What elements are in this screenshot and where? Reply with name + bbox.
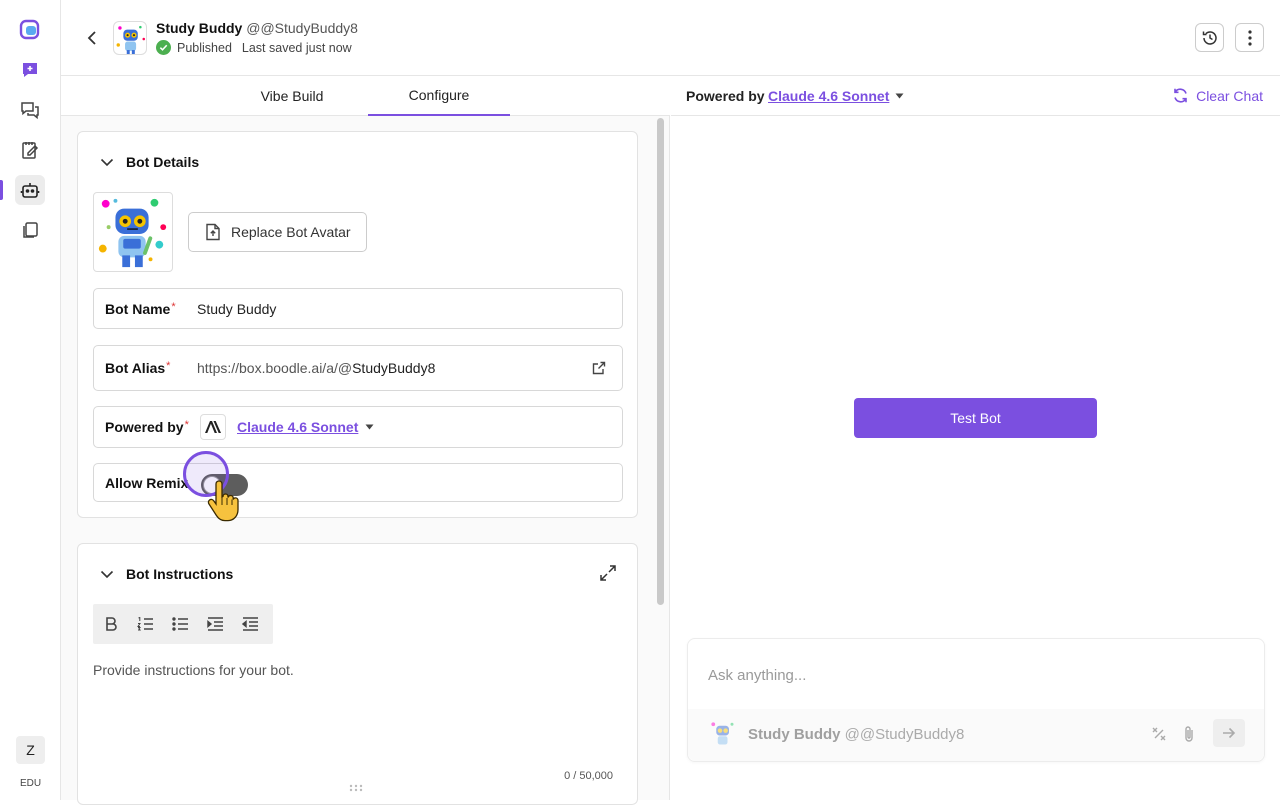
- outdent-icon[interactable]: [233, 604, 268, 644]
- chevron-down-icon: [100, 570, 114, 579]
- bot-name-value[interactable]: Study Buddy: [197, 301, 276, 317]
- bot-instructions-header[interactable]: Bot Instructions: [100, 566, 233, 582]
- header-bot-name: Study Buddy: [156, 20, 243, 36]
- back-icon[interactable]: [83, 27, 101, 49]
- clear-chat-label: Clear Chat: [1196, 87, 1263, 104]
- bots-icon[interactable]: [15, 175, 45, 205]
- new-chat-icon[interactable]: [15, 55, 45, 85]
- left-rail: Z EDU: [0, 0, 61, 800]
- caret-down-icon[interactable]: [365, 424, 374, 430]
- check-icon: [156, 40, 171, 55]
- files-icon[interactable]: [15, 215, 45, 245]
- chat-powered-by-label: Powered by: [686, 87, 765, 104]
- plan-label: EDU: [19, 778, 42, 789]
- powered-by-label: Powered by*: [105, 419, 189, 435]
- bot-details-header[interactable]: Bot Details: [100, 154, 199, 170]
- instructions-input[interactable]: Provide instructions for your bot.: [93, 662, 294, 678]
- chats-icon[interactable]: [15, 95, 45, 125]
- send-button[interactable]: [1213, 719, 1245, 747]
- resize-handle-icon[interactable]: [348, 784, 364, 792]
- indent-icon[interactable]: [198, 604, 233, 644]
- notes-icon[interactable]: [15, 135, 45, 165]
- header-title: Study Buddy @@StudyBuddy8: [156, 20, 358, 36]
- bot-instructions-card: Bot Instructions Provide instructions fo…: [77, 543, 638, 805]
- formatting-toolbar: [93, 604, 273, 644]
- saved-timestamp: Last saved just now: [241, 40, 352, 55]
- tab-configure[interactable]: Configure: [368, 76, 510, 116]
- tools-off-icon[interactable]: [1150, 725, 1168, 743]
- bullet-list-icon[interactable]: [163, 604, 198, 644]
- user-avatar[interactable]: Z: [16, 736, 45, 764]
- allow-remix-label: Allow Remix: [105, 474, 189, 491]
- bot-alias-label: Bot Alias*: [105, 360, 171, 376]
- pointer-hand-icon: [207, 480, 241, 526]
- chat-header: Powered by Claude 4.6 Sonnet Clear Chat: [671, 76, 1280, 116]
- character-counter: 0 / 50,000: [564, 770, 613, 782]
- bot-details-title: Bot Details: [126, 154, 200, 170]
- top-header: Study Buddy @@StudyBuddy8 Published Last…: [61, 0, 1280, 76]
- composer-footer: Study Buddy @@StudyBuddy8: [688, 709, 1264, 761]
- model-select-link[interactable]: Claude 4.6 Sonnet: [237, 419, 358, 435]
- replace-avatar-button[interactable]: Replace Bot Avatar: [188, 212, 367, 252]
- logo-icon[interactable]: [15, 15, 45, 45]
- caret-down-icon[interactable]: [895, 93, 904, 99]
- tab-vibe-build[interactable]: Vibe Build: [230, 76, 354, 116]
- replace-avatar-label: Replace Bot Avatar: [231, 224, 351, 240]
- attachment-icon[interactable]: [1182, 725, 1196, 743]
- history-icon[interactable]: [1195, 23, 1224, 52]
- clear-chat-button[interactable]: Clear Chat: [1172, 87, 1263, 104]
- bot-name-label: Bot Name*: [105, 300, 176, 317]
- bold-icon[interactable]: [93, 604, 128, 644]
- powered-by-field[interactable]: Powered by* Claude 4.6 Sonnet: [93, 406, 623, 448]
- bot-details-card: Bot Details Replace Bot Avatar Bot Name*…: [77, 131, 638, 518]
- allow-remix-field: Allow Remix: [93, 463, 623, 502]
- composer-bot-name: Study Buddy: [748, 726, 841, 743]
- bot-avatar-small: [113, 21, 147, 55]
- expand-icon[interactable]: [599, 564, 617, 582]
- editor-tabs: Vibe Build Configure: [61, 76, 670, 116]
- numbered-list-icon[interactable]: [128, 604, 163, 644]
- bot-alias-value[interactable]: https://box.boodle.ai/a/@StudyBuddy8: [197, 360, 435, 376]
- config-scrollbar[interactable]: [657, 118, 664, 605]
- chevron-down-icon: [100, 158, 114, 167]
- rail-active-indicator: [0, 180, 3, 200]
- test-bot-button[interactable]: Test Bot: [854, 398, 1097, 438]
- refresh-icon: [1174, 88, 1187, 103]
- chat-input[interactable]: Ask anything...: [708, 667, 806, 684]
- bot-avatar: [93, 192, 173, 272]
- status-badge: Published: [177, 40, 232, 55]
- bot-name-field[interactable]: Bot Name* Study Buddy: [93, 288, 623, 329]
- composer-bot-identity: Study Buddy @@StudyBuddy8: [748, 726, 964, 743]
- external-link-icon[interactable]: [592, 361, 606, 375]
- upload-file-icon: [206, 223, 220, 241]
- bot-instructions-title: Bot Instructions: [126, 566, 234, 582]
- bot-avatar-tiny: [708, 719, 738, 749]
- more-options-icon[interactable]: [1235, 23, 1264, 52]
- chat-composer: Ask anything... Study Buddy @@StudyBuddy…: [687, 638, 1265, 762]
- bot-alias-field[interactable]: Bot Alias* https://box.boodle.ai/a/@Stud…: [93, 345, 623, 391]
- anthropic-logo-icon: [200, 414, 226, 440]
- header-status: Published Last saved just now: [156, 40, 352, 55]
- arrow-right-icon: [1223, 727, 1236, 739]
- chat-model-link[interactable]: Claude 4.6 Sonnet: [768, 88, 889, 104]
- header-bot-handle: @@StudyBuddy8: [246, 20, 358, 36]
- composer-bot-handle: @@StudyBuddy8: [844, 726, 965, 743]
